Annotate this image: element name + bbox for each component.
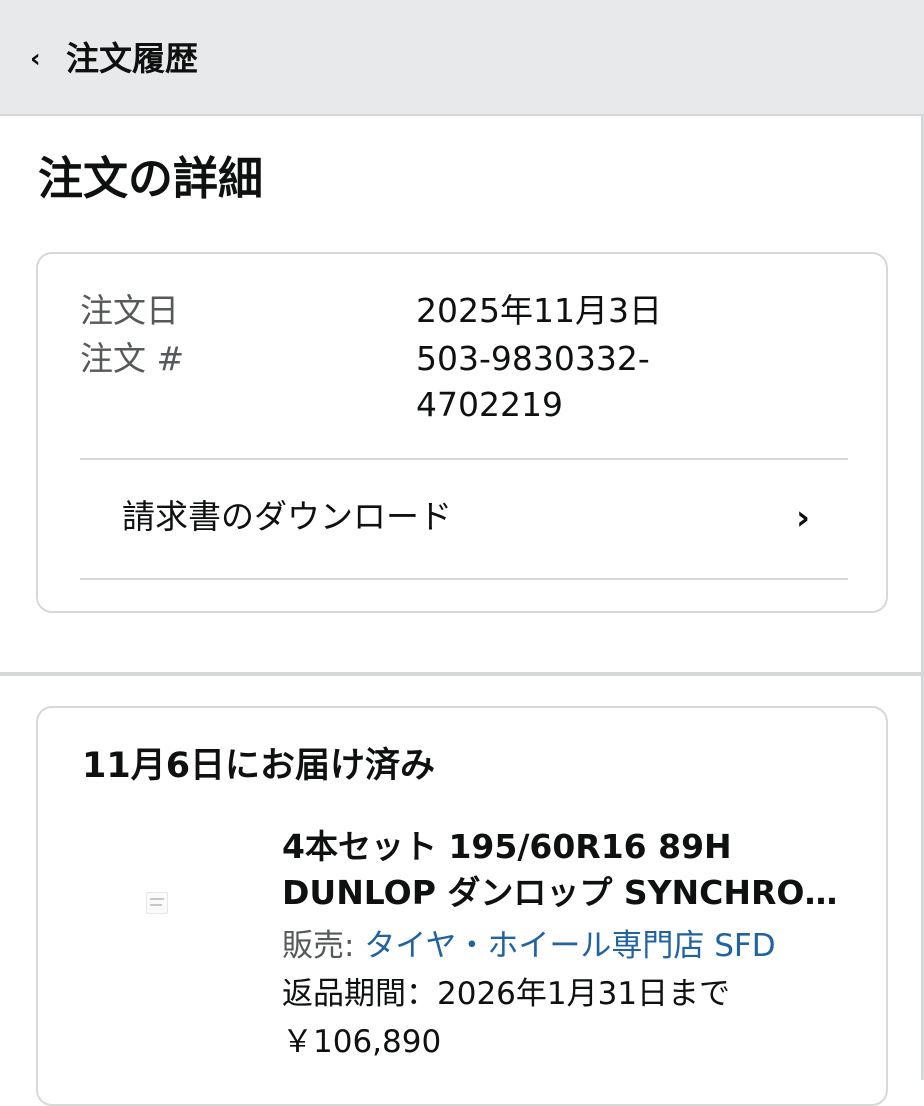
- product-title-link[interactable]: 4本セット 195/60R16 89H DUNLOP ダンロップ SYNCHRO…: [282, 824, 842, 916]
- section-separator: [0, 672, 924, 676]
- order-number-label: 注文 #: [80, 339, 185, 378]
- order-number-value-line2: 4702219: [416, 385, 563, 424]
- seller-label: 販売:: [282, 928, 365, 964]
- order-date-value: 2025年11月3日: [416, 291, 662, 330]
- shipment-card: 11月6日にお届け済み 4本セット 195/60R16 89H DUNLOP ダ…: [36, 706, 888, 1106]
- chevron-right-icon: ›: [795, 498, 810, 538]
- divider: [80, 578, 848, 580]
- download-invoice-row[interactable]: 請求書のダウンロード ›: [80, 462, 848, 580]
- order-number-value-line1: 503-9830332-: [416, 339, 650, 378]
- back-to-order-history[interactable]: 注文履歴: [66, 36, 198, 82]
- delivery-status: 11月6日にお届け済み: [82, 746, 436, 786]
- chevron-left-icon[interactable]: ‹: [30, 44, 52, 74]
- order-summary-card: 注文日 2025年11月3日 注文 # 503-9830332- 4702219…: [36, 252, 888, 613]
- page-title: 注文の詳細: [38, 152, 264, 205]
- top-navigation-bar: ‹ 注文履歴: [0, 0, 924, 116]
- divider: [80, 458, 848, 460]
- product-thumbnail[interactable]: [146, 892, 168, 914]
- seller-link[interactable]: タイヤ・ホイール専門店 SFD: [364, 928, 775, 964]
- product-price: ￥106,890: [282, 1024, 442, 1060]
- seller-row: 販売: タイヤ・ホイール専門店 SFD: [282, 924, 862, 968]
- return-period: 返品期間：2026年1月31日まで: [282, 976, 731, 1012]
- order-date-label: 注文日: [80, 291, 179, 330]
- download-invoice-label: 請求書のダウンロード: [122, 497, 452, 536]
